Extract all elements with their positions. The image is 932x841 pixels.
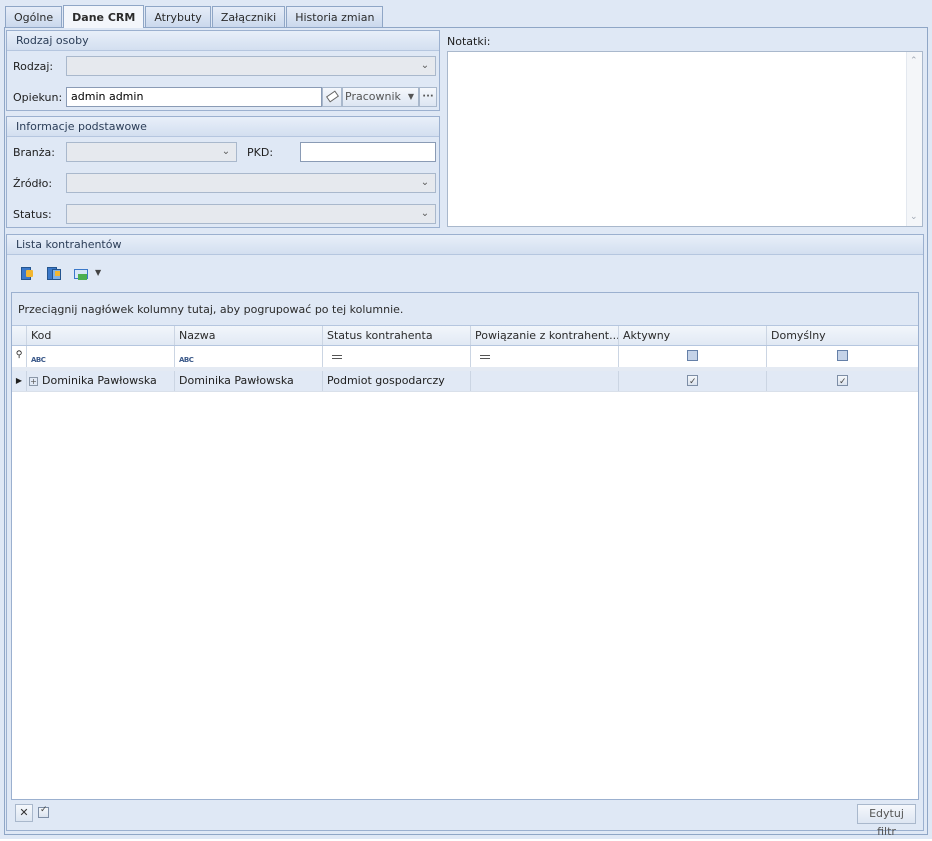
tab-atrybuty[interactable]: Atrybuty bbox=[145, 6, 211, 28]
scroll-up-icon[interactable]: ⌃ bbox=[910, 56, 918, 66]
grid-header: Kod Nazwa Status kontrahenta Powiązanie … bbox=[12, 326, 918, 346]
tab-historia-zmian[interactable]: Historia zmian bbox=[286, 6, 384, 28]
group-rodzaj-osoby: Rodzaj osoby Rodzaj: ⌄ Opiekun: admin ad… bbox=[6, 30, 440, 111]
branza-combo[interactable]: ⌄ bbox=[66, 142, 237, 162]
tab-dane-crm[interactable]: Dane CRM bbox=[63, 5, 145, 28]
zrodlo-label: Źródło: bbox=[13, 177, 53, 190]
status-combo[interactable]: ⌄ bbox=[66, 204, 436, 224]
branza-label: Branża: bbox=[13, 146, 56, 159]
link-contractor-button[interactable] bbox=[46, 266, 62, 282]
notatki-label: Notatki: bbox=[447, 35, 491, 48]
column-header-nazwa[interactable]: Nazwa bbox=[175, 326, 323, 345]
column-header-powiazanie[interactable]: Powiązanie z kontrahent... bbox=[471, 326, 619, 345]
header-indicator bbox=[12, 326, 27, 345]
window: Ogólne Dane CRM Atrybuty Załączniki Hist… bbox=[0, 0, 932, 839]
group-title: Lista kontrahentów bbox=[7, 235, 923, 255]
group-by-panel[interactable]: Przeciągnij nagłówek kolumny tutaj, aby … bbox=[12, 293, 918, 326]
clear-filter-button[interactable]: ✕ bbox=[15, 804, 33, 822]
chevron-down-icon: ⌄ bbox=[420, 208, 430, 219]
status-label: Status: bbox=[13, 208, 52, 221]
column-header-domyslny[interactable]: Domyślny bbox=[767, 326, 918, 345]
aktywny-checkbox[interactable] bbox=[687, 373, 698, 391]
cell-kod[interactable]: + Dominika Pawłowska bbox=[27, 371, 175, 391]
pkd-label: PKD: bbox=[247, 146, 274, 159]
opiekun-input[interactable]: admin admin bbox=[66, 87, 322, 107]
edit-filter-button[interactable]: Edytuj filtr bbox=[857, 804, 916, 838]
group-title: Rodzaj osoby bbox=[7, 31, 439, 51]
rodzaj-label: Rodzaj: bbox=[13, 60, 54, 73]
cell-aktywny[interactable] bbox=[619, 371, 767, 391]
equals-filter-icon bbox=[332, 355, 342, 359]
cell-powiazanie[interactable] bbox=[471, 371, 619, 391]
clear-opiekun-button[interactable] bbox=[322, 87, 342, 107]
chevron-down-icon: ▼ bbox=[407, 92, 414, 101]
more-button[interactable]: ··· bbox=[419, 87, 437, 107]
notes-scrollbar[interactable]: ⌃ ⌄ bbox=[906, 52, 922, 226]
grid-filter-footer: ✕ Edytuj filtr bbox=[11, 800, 919, 838]
filter-aktywny[interactable] bbox=[619, 346, 767, 367]
opiekun-type-dropdown[interactable]: Pracownik ▼ bbox=[342, 87, 419, 107]
filter-checkbox[interactable] bbox=[687, 350, 698, 361]
table-row[interactable]: ▶ + Dominika Pawłowska Dominika Pawłowska… bbox=[12, 371, 918, 392]
filter-enabled-checkbox[interactable] bbox=[38, 805, 49, 818]
equals-filter-icon bbox=[480, 355, 490, 359]
expand-icon[interactable]: + bbox=[29, 376, 38, 386]
chevron-down-icon: ⌄ bbox=[420, 60, 430, 71]
filter-domyslny[interactable] bbox=[767, 346, 918, 367]
filter-powiazanie[interactable] bbox=[471, 346, 619, 367]
filter-checkbox[interactable] bbox=[837, 350, 848, 361]
chevron-down-icon[interactable]: ▼ bbox=[95, 268, 101, 277]
abc-filter-icon: ABC bbox=[31, 356, 46, 364]
cell-status[interactable]: Podmiot gospodarczy bbox=[323, 371, 471, 391]
add-contractor-button[interactable] bbox=[19, 266, 35, 282]
column-header-status[interactable]: Status kontrahenta bbox=[323, 326, 471, 345]
chevron-down-icon: ⌄ bbox=[221, 146, 231, 157]
row-indicator-icon: ▶ bbox=[12, 371, 27, 391]
rodzaj-combo[interactable]: ⌄ bbox=[66, 56, 436, 76]
filter-nazwa[interactable]: ABC bbox=[175, 346, 323, 367]
tab-page-dane-crm: Rodzaj osoby Rodzaj: ⌄ Opiekun: admin ad… bbox=[4, 27, 928, 838]
group-informacje-podstawowe: Informacje podstawowe Branża: ⌄ PKD: Źró… bbox=[6, 116, 440, 228]
eraser-icon bbox=[325, 90, 339, 103]
cell-nazwa[interactable]: Dominika Pawłowska bbox=[175, 371, 323, 391]
zrodlo-combo[interactable]: ⌄ bbox=[66, 173, 436, 193]
column-header-aktywny[interactable]: Aktywny bbox=[619, 326, 767, 345]
column-header-kod[interactable]: Kod bbox=[27, 326, 175, 345]
tab-zalaczniki[interactable]: Załączniki bbox=[211, 6, 286, 28]
scroll-down-icon[interactable]: ⌄ bbox=[910, 212, 918, 222]
opiekun-type-value: Pracownik bbox=[345, 90, 401, 103]
filter-pin-icon: ⚲ bbox=[12, 346, 27, 367]
filter-kod[interactable]: ABC bbox=[27, 346, 175, 367]
change-contractor-button[interactable]: ▼ bbox=[73, 266, 105, 282]
filter-status[interactable] bbox=[323, 346, 471, 367]
pkd-input[interactable] bbox=[300, 142, 436, 162]
notatki-textarea[interactable]: ⌃ ⌄ bbox=[447, 51, 923, 227]
tab-strip: Ogólne Dane CRM Atrybuty Załączniki Hist… bbox=[5, 5, 384, 28]
cell-domyslny[interactable] bbox=[767, 371, 918, 391]
filter-row: ⚲ ABC ABC bbox=[12, 346, 918, 371]
opiekun-label: Opiekun: bbox=[13, 91, 63, 104]
abc-filter-icon: ABC bbox=[179, 356, 194, 364]
contractors-grid: Przeciągnij nagłówek kolumny tutaj, aby … bbox=[11, 292, 919, 800]
domyslny-checkbox[interactable] bbox=[837, 373, 848, 391]
tab-ogolne[interactable]: Ogólne bbox=[5, 6, 63, 28]
group-title: Informacje podstawowe bbox=[7, 117, 439, 137]
chevron-down-icon: ⌄ bbox=[420, 177, 430, 188]
